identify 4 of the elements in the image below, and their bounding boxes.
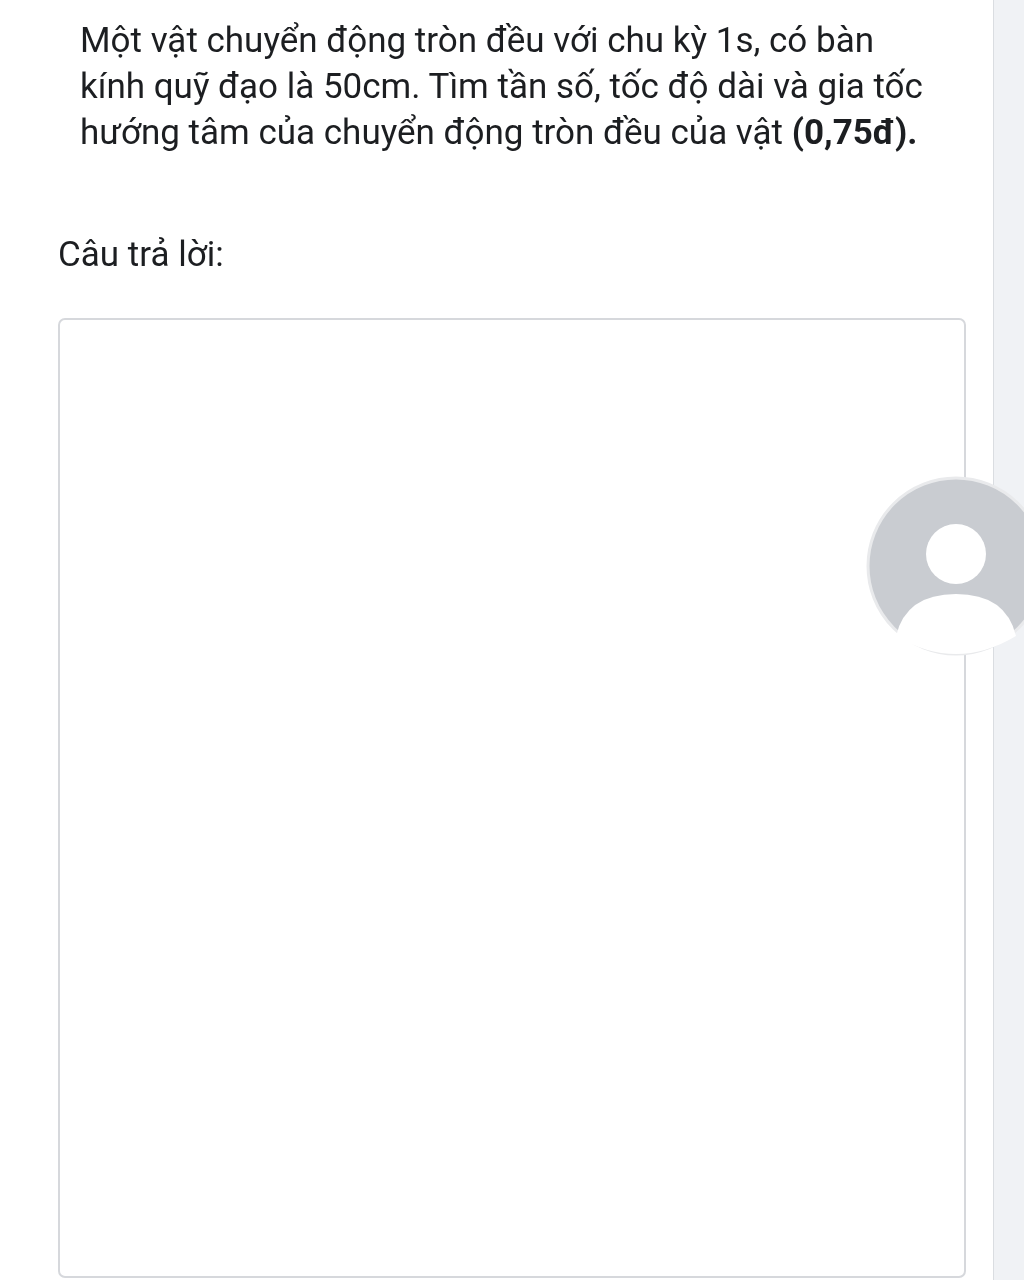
answer-label: Câu trả lời: — [58, 233, 225, 277]
answer-field[interactable] — [58, 318, 966, 1278]
avatar-icon[interactable] — [866, 476, 1024, 656]
question-text: Một vật chuyển động tròn đều với chu kỳ 1s, có bàn kính quỹ đạo là 50cm. Tìm tần số, tốc độ dài và gia tốc hướng tâm của chuyển động tròn đều của vật (0,75đ). — [79, 19, 924, 155]
